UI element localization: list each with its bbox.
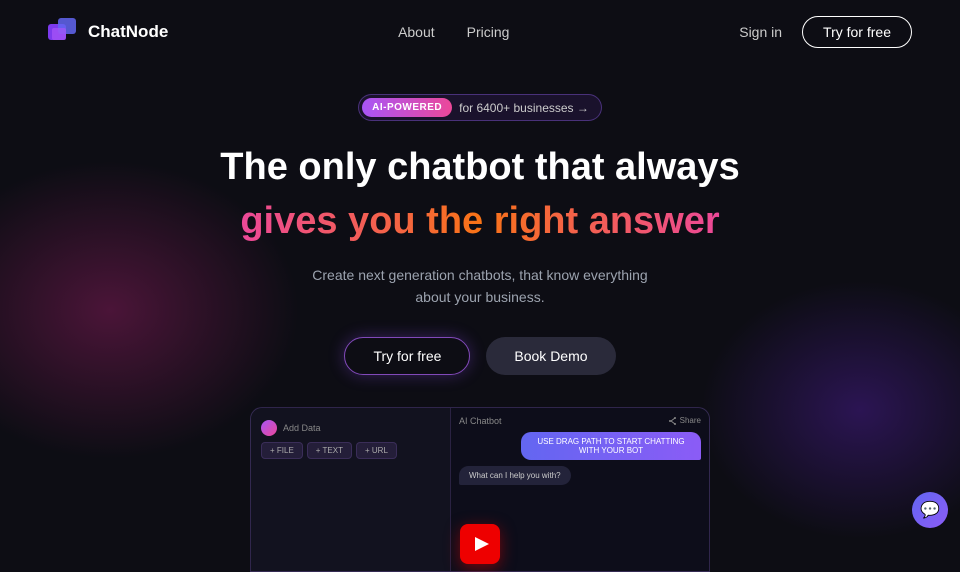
navbar: ChatNode About Pricing Sign in Try for f… — [0, 0, 960, 64]
logo-icon — [48, 18, 80, 46]
try-free-nav-button[interactable]: Try for free — [802, 16, 912, 48]
share-button[interactable]: Share — [669, 416, 701, 425]
panel-title: Add Data — [283, 423, 321, 433]
panel-header: Add Data — [251, 416, 450, 442]
chat-bubble-user: USE DRAG PATH TO START CHATTING WITH YOU… — [521, 432, 701, 460]
headline-line2: gives you the right answer — [240, 197, 719, 246]
panel-actions: + FILE + TEXT + URL — [251, 442, 450, 459]
add-text-button[interactable]: + TEXT — [307, 442, 352, 459]
logo-text: ChatNode — [88, 22, 168, 42]
chat-widget-icon: 💬 — [920, 500, 940, 520]
chat-header: AI Chatbot Share — [459, 416, 701, 426]
add-url-button[interactable]: + URL — [356, 442, 397, 459]
chat-bubble-bot: What can I help you with? — [459, 466, 571, 485]
signin-button[interactable]: Sign in — [739, 24, 782, 40]
chat-title: AI Chatbot — [459, 416, 502, 426]
logo[interactable]: ChatNode — [48, 18, 168, 46]
badge-text: for 6400+ businesses → — [455, 97, 601, 119]
play-button-wrapper — [460, 524, 500, 564]
dashboard-preview-wrapper: Add Data + FILE + TEXT + URL AI Chatbot — [250, 407, 710, 572]
nav-actions: Sign in Try for free — [739, 16, 912, 48]
subheadline: Create next generation chatbots, that kn… — [300, 264, 660, 309]
chat-widget[interactable]: 💬 — [912, 492, 948, 528]
share-icon — [669, 417, 677, 425]
play-icon — [475, 537, 489, 551]
panel-avatar — [261, 420, 277, 436]
book-demo-button[interactable]: Book Demo — [486, 337, 615, 375]
try-free-hero-button[interactable]: Try for free — [344, 337, 470, 375]
cta-buttons: Try for free Book Demo — [344, 337, 615, 375]
badge-label: AI-POWERED — [362, 98, 452, 117]
nav-links: About Pricing — [398, 24, 509, 40]
play-button[interactable] — [460, 524, 500, 564]
nav-link-about[interactable]: About — [398, 24, 435, 40]
nav-link-pricing[interactable]: Pricing — [467, 24, 510, 40]
headline-line1: The only chatbot that always — [220, 145, 739, 191]
hero-badge[interactable]: AI-POWERED for 6400+ businesses → — [358, 94, 602, 121]
left-panel: Add Data + FILE + TEXT + URL — [251, 408, 451, 571]
hero-section: AI-POWERED for 6400+ businesses → The on… — [0, 64, 960, 572]
add-file-button[interactable]: + FILE — [261, 442, 303, 459]
